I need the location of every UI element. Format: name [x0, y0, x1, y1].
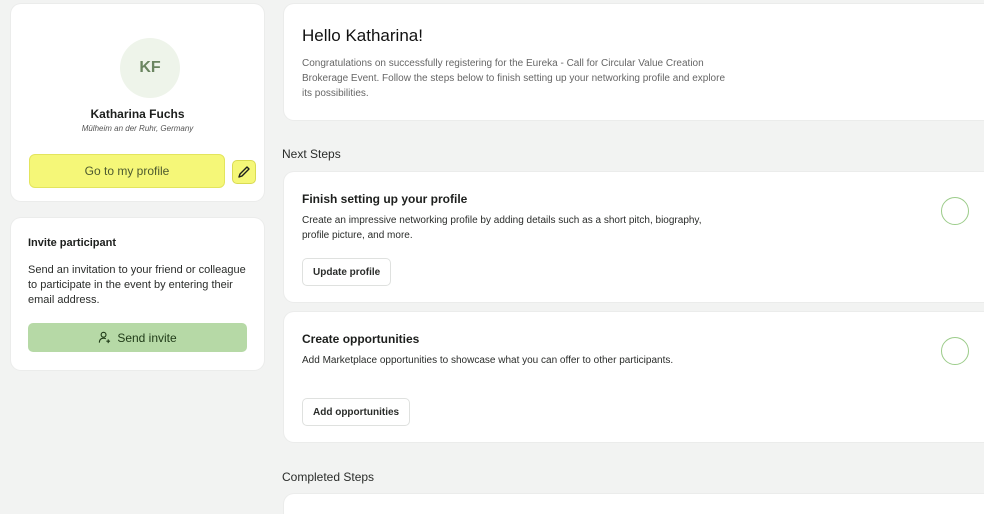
- step-card-opportunities: Create opportunities Add Marketplace opp…: [284, 312, 984, 442]
- invite-description: Send an invitation to your friend or col…: [28, 264, 246, 306]
- avatar-initials: KF: [139, 59, 161, 76]
- invite-card: Invite participant Send an invitation to…: [11, 218, 264, 370]
- go-to-profile-button[interactable]: Go to my profile: [29, 154, 225, 188]
- step-status-circle: [941, 197, 969, 225]
- completed-step-card: [284, 494, 984, 514]
- welcome-title: Hello Katharina!: [302, 26, 423, 45]
- invite-title: Invite participant: [28, 237, 117, 249]
- send-invite-button[interactable]: Send invite: [28, 323, 247, 352]
- profile-name: Katharina Fuchs: [90, 107, 185, 121]
- profile-card: KF Katharina Fuchs Mülheim an der Ruhr, …: [11, 4, 264, 201]
- go-to-profile-label: Go to my profile: [84, 164, 170, 178]
- add-opportunities-label: Add opportunities: [313, 406, 400, 418]
- update-profile-label: Update profile: [313, 266, 381, 278]
- step-description: Add Marketplace opportunities to showcas…: [302, 355, 674, 366]
- step-card-profile: Finish setting up your profile Create an…: [284, 172, 984, 302]
- step-title: Finish setting up your profile: [302, 192, 468, 206]
- next-steps-label: Next Steps: [282, 147, 341, 161]
- avatar: KF: [120, 38, 180, 98]
- update-profile-button[interactable]: Update profile: [302, 258, 392, 286]
- step-title: Create opportunities: [302, 332, 420, 346]
- completed-steps-label: Completed Steps: [282, 470, 375, 484]
- add-user-icon: [99, 331, 111, 344]
- send-invite-label: Send invite: [117, 330, 177, 345]
- step-description: Create an impressive networking profile …: [302, 215, 702, 241]
- pencil-icon: [238, 166, 250, 178]
- welcome-description: Congratulations on successfully register…: [302, 58, 726, 99]
- edit-profile-button[interactable]: [232, 160, 256, 184]
- add-opportunities-button[interactable]: Add opportunities: [302, 398, 411, 426]
- step-status-circle: [941, 337, 969, 365]
- welcome-card: Hello Katharina! Congratulations on succ…: [284, 4, 984, 120]
- profile-location: Mülheim an der Ruhr, Germany: [81, 124, 194, 133]
